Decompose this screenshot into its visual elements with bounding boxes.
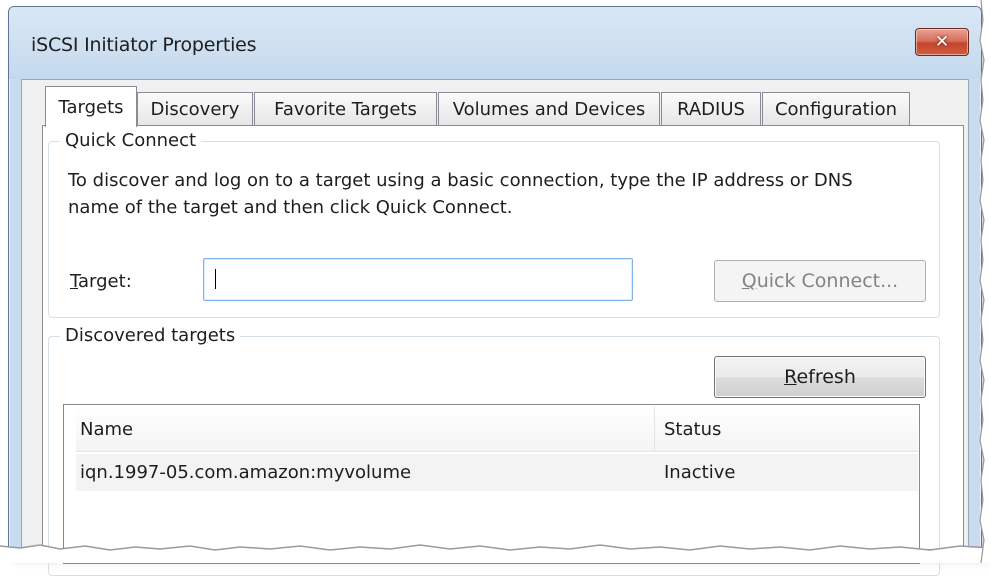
tab-favorite-targets[interactable]: Favorite Targets <box>254 92 437 125</box>
refresh-label-text: efresh <box>796 366 856 388</box>
close-button[interactable]: ✕ <box>915 28 969 56</box>
close-icon: ✕ <box>934 32 950 52</box>
target-label: Target: <box>70 271 132 292</box>
torn-edge-bottom <box>0 544 991 563</box>
refresh-button[interactable]: Refresh <box>714 356 926 398</box>
discovered-label-part: Discovered tar <box>65 325 197 346</box>
target-input[interactable] <box>203 258 633 301</box>
table-row[interactable]: iqn.1997-05.com.amazon:myvolume Inactive <box>76 454 918 491</box>
tab-radius[interactable]: RADIUS <box>661 92 761 125</box>
quick-connect-button[interactable]: Quick Connect... <box>714 260 926 302</box>
tab-volumes-and-devices[interactable]: Volumes and Devices <box>438 92 660 125</box>
tab-targets[interactable]: Targets <box>45 86 137 127</box>
quick-connect-mnemonic: Q <box>741 270 757 292</box>
column-header-name[interactable]: Name <box>76 407 654 451</box>
torn-edge-right <box>979 0 991 563</box>
discovered-targets-group-label: Discovered targets <box>60 325 241 346</box>
target-label-text: arget: <box>78 271 132 292</box>
tab-label: Volumes and Devices <box>452 98 646 120</box>
tab-label: Favorite Targets <box>274 98 417 120</box>
tab-configuration[interactable]: Configuration <box>762 92 910 125</box>
refresh-mnemonic: R <box>784 366 797 388</box>
tab-label: Configuration <box>774 98 898 120</box>
column-separator[interactable] <box>654 407 655 451</box>
column-header-label: Status <box>664 418 722 440</box>
tab-discovery[interactable]: Discovery <box>137 92 253 125</box>
title-bar: iSCSI Initiator Properties ✕ <box>9 7 981 79</box>
target-status-cell: Inactive <box>664 462 736 483</box>
quick-connect-description: To discover and log on to a target using… <box>68 170 853 218</box>
window-title: iSCSI Initiator Properties <box>31 34 257 56</box>
column-header-status[interactable]: Status <box>660 407 918 451</box>
quick-connect-label-text: uick Connect... <box>756 270 899 292</box>
quick-connect-button-label: Quick Connect... <box>742 270 898 292</box>
text-caret <box>215 269 216 289</box>
list-header: Name Status <box>76 407 918 452</box>
refresh-button-label: Refresh <box>784 366 856 388</box>
discovered-label-mnemonic: g <box>196 325 208 346</box>
tab-label: Targets <box>58 96 124 118</box>
tab-label: RADIUS <box>677 98 745 120</box>
tab-label: Discovery <box>150 98 240 120</box>
column-header-label: Name <box>80 418 134 440</box>
target-name-cell: iqn.1997-05.com.amazon:myvolume <box>80 462 412 483</box>
quick-connect-group-label: Quick Connect <box>60 130 202 151</box>
discovered-label-part: ets <box>207 325 236 346</box>
target-label-mnemonic: T <box>70 271 79 292</box>
